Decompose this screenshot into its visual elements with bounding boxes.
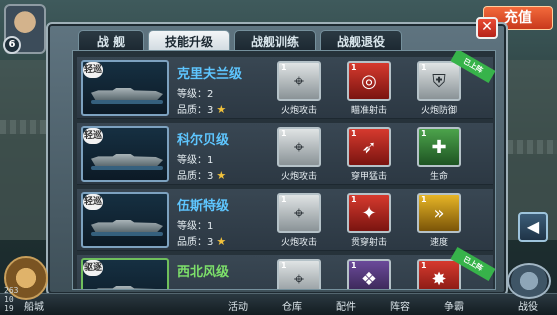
skill-label: 瞄准射击 <box>350 106 387 116</box>
gun-turret-icon: ⌖ <box>293 137 305 158</box>
ship-type-badge: 轻巡 <box>83 194 103 210</box>
ship-quality: 品质：3 ★ <box>177 167 226 182</box>
ship-portrait: 轻巡 <box>81 60 169 116</box>
skill-slot[interactable]: 1 ◎ <box>347 61 391 101</box>
ship-quality: 品质：3 ★ <box>177 233 226 248</box>
ship-type-badge: 驱逐 <box>83 260 103 276</box>
nav-campaign[interactable]: 战役 <box>508 298 548 313</box>
tab-ship-retire[interactable]: 战舰退役 <box>320 30 402 52</box>
ship-quality: 品质：3 ★ <box>177 101 226 116</box>
nav-warehouse[interactable]: 仓库 <box>272 298 312 313</box>
ship-list[interactable]: 轻巡 克里夫兰级 等级：2 品质：3 ★ 1 ⌖ 火炮攻击 1 ◎ 瞄准射击 1 ⛨ 火… <box>72 50 496 290</box>
ship-type-badge: 轻巡 <box>83 128 103 144</box>
red-skill-icon: ✸ <box>431 269 447 290</box>
chevron-left-icon[interactable]: ◀ <box>518 212 548 242</box>
ship-quality-text: 品质：3 <box>177 105 214 116</box>
skill-slot[interactable]: 1 ✦ <box>347 193 391 233</box>
skill-label: 火炮攻击 <box>280 238 317 248</box>
tab-ship-training[interactable]: 战舰训练 <box>234 30 316 52</box>
skill-label: 火炮攻击 <box>280 106 317 116</box>
ship-row[interactable]: 驱逐 西北风级 1 ⌖ 1 ❖ 1 ✸ 已上阵 <box>77 246 495 290</box>
speed-arrows-icon: » <box>433 203 445 224</box>
wake-decoration <box>91 100 163 104</box>
ship-portrait: 轻巡 <box>81 192 169 248</box>
gun-turret-icon: ⌖ <box>293 269 305 290</box>
ship-name: 西北风级 <box>177 265 230 280</box>
skill-slot[interactable]: 1 ⌖ <box>277 61 321 101</box>
ship-icon <box>91 154 163 166</box>
ship-row[interactable]: 轻巡 伍斯特级 等级：1 品质：3 ★ 1 ⌖ 火炮攻击 1 ✦ 贯穿射击 1» 速度 <box>77 189 493 251</box>
defense-turret-icon: ⛨ <box>432 71 446 92</box>
skill-label: 贯穿射击 <box>350 238 387 248</box>
ship-row[interactable]: 轻巡 科尔贝级 等级：1 品质：3 ★ 1 ⌖ 火炮攻击 1 ➶ 穿甲猛击 1 ✚ 生命 <box>77 123 493 185</box>
ship-level: 等级：2 <box>177 89 214 100</box>
nav-home-city[interactable]: 船城 <box>14 298 54 313</box>
close-button[interactable]: ✕ <box>476 17 498 39</box>
ship-row[interactable]: 轻巡 克里夫兰级 等级：2 品质：3 ★ 1 ⌖ 火炮攻击 1 ◎ 瞄准射击 1 ⛨ 火… <box>77 51 495 119</box>
skill-label: 火炮防御 <box>420 106 457 116</box>
bg-rail-right <box>507 140 557 154</box>
skill-label: 速度 <box>429 238 448 248</box>
ship-portrait: 驱逐 <box>81 258 169 289</box>
skill-label: 火炮攻击 <box>280 172 317 182</box>
ship-name: 克里夫兰级 <box>177 67 243 82</box>
campaign-button[interactable] <box>507 263 551 299</box>
skill-slot[interactable]: 1 ⌖ <box>277 127 321 167</box>
nav-parts[interactable]: 配件 <box>326 298 366 313</box>
tab-ships[interactable]: 战 舰 <box>78 30 144 52</box>
ship-quality-text: 品质：3 <box>177 237 214 248</box>
coords-readout: 263 10 19 <box>4 286 19 313</box>
ship-level: 等级：1 <box>177 155 214 166</box>
nav-arena[interactable]: 争霸 <box>434 298 474 313</box>
ship-icon <box>91 220 163 232</box>
skill-slot[interactable]: 1 ⌖ <box>277 193 321 233</box>
ship-quality-text: 品质：3 <box>177 171 214 182</box>
shell-icon: ➶ <box>361 137 377 158</box>
ship-name: 伍斯特级 <box>177 199 230 214</box>
nav-formation[interactable]: 阵容 <box>380 298 420 313</box>
skill-slot[interactable]: 1 ✚ <box>417 127 461 167</box>
bottom-nav-bar: 船城 活动 仓库 配件 阵容 争霸 战役 <box>0 293 557 315</box>
star-icon: ★ <box>216 235 227 248</box>
skill-slot[interactable]: 1» <box>417 193 461 233</box>
ship-type-badge: 轻巡 <box>83 62 103 78</box>
star-icon: ★ <box>216 169 227 182</box>
bg-dock-left <box>0 60 52 240</box>
bg-rail-left <box>0 120 50 134</box>
skill-slot[interactable]: 1 ⌖ <box>277 259 321 290</box>
purple-skill-icon: ❖ <box>360 269 378 290</box>
ship-icon <box>91 286 163 289</box>
gun-turret-icon: ⌖ <box>293 71 305 92</box>
ship-portrait: 轻巡 <box>81 126 169 182</box>
target-cannon-icon: ◎ <box>361 71 377 92</box>
ship-icon <box>91 88 163 100</box>
tab-skill-upgrade[interactable]: 技能升级 <box>148 30 230 52</box>
skill-slot[interactable]: 1 ❖ <box>347 259 391 290</box>
wake-decoration <box>91 166 163 170</box>
ship-name: 科尔贝级 <box>177 133 230 148</box>
nav-events[interactable]: 活动 <box>218 298 258 313</box>
skill-label: 穿甲猛击 <box>350 172 387 182</box>
ship-level: 等级：1 <box>177 221 214 232</box>
skill-slot[interactable]: 1 ⛨ <box>417 61 461 101</box>
pierce-shot-icon: ✦ <box>361 203 377 224</box>
wake-decoration <box>91 232 163 236</box>
gun-turret-icon: ⌖ <box>293 203 305 224</box>
game-screen: 6 充值 ✕ 战 舰 技能升级 战舰训练 战舰退役 轻巡 克里夫兰级 等级：2 … <box>0 0 557 315</box>
health-cross-icon: ✚ <box>431 137 447 158</box>
skill-slot[interactable]: 1 ✸ <box>417 259 461 290</box>
skill-label: 生命 <box>429 172 448 182</box>
skill-slot[interactable]: 1 ➶ <box>347 127 391 167</box>
star-icon: ★ <box>216 103 227 116</box>
player-level-badge: 6 <box>3 36 21 54</box>
